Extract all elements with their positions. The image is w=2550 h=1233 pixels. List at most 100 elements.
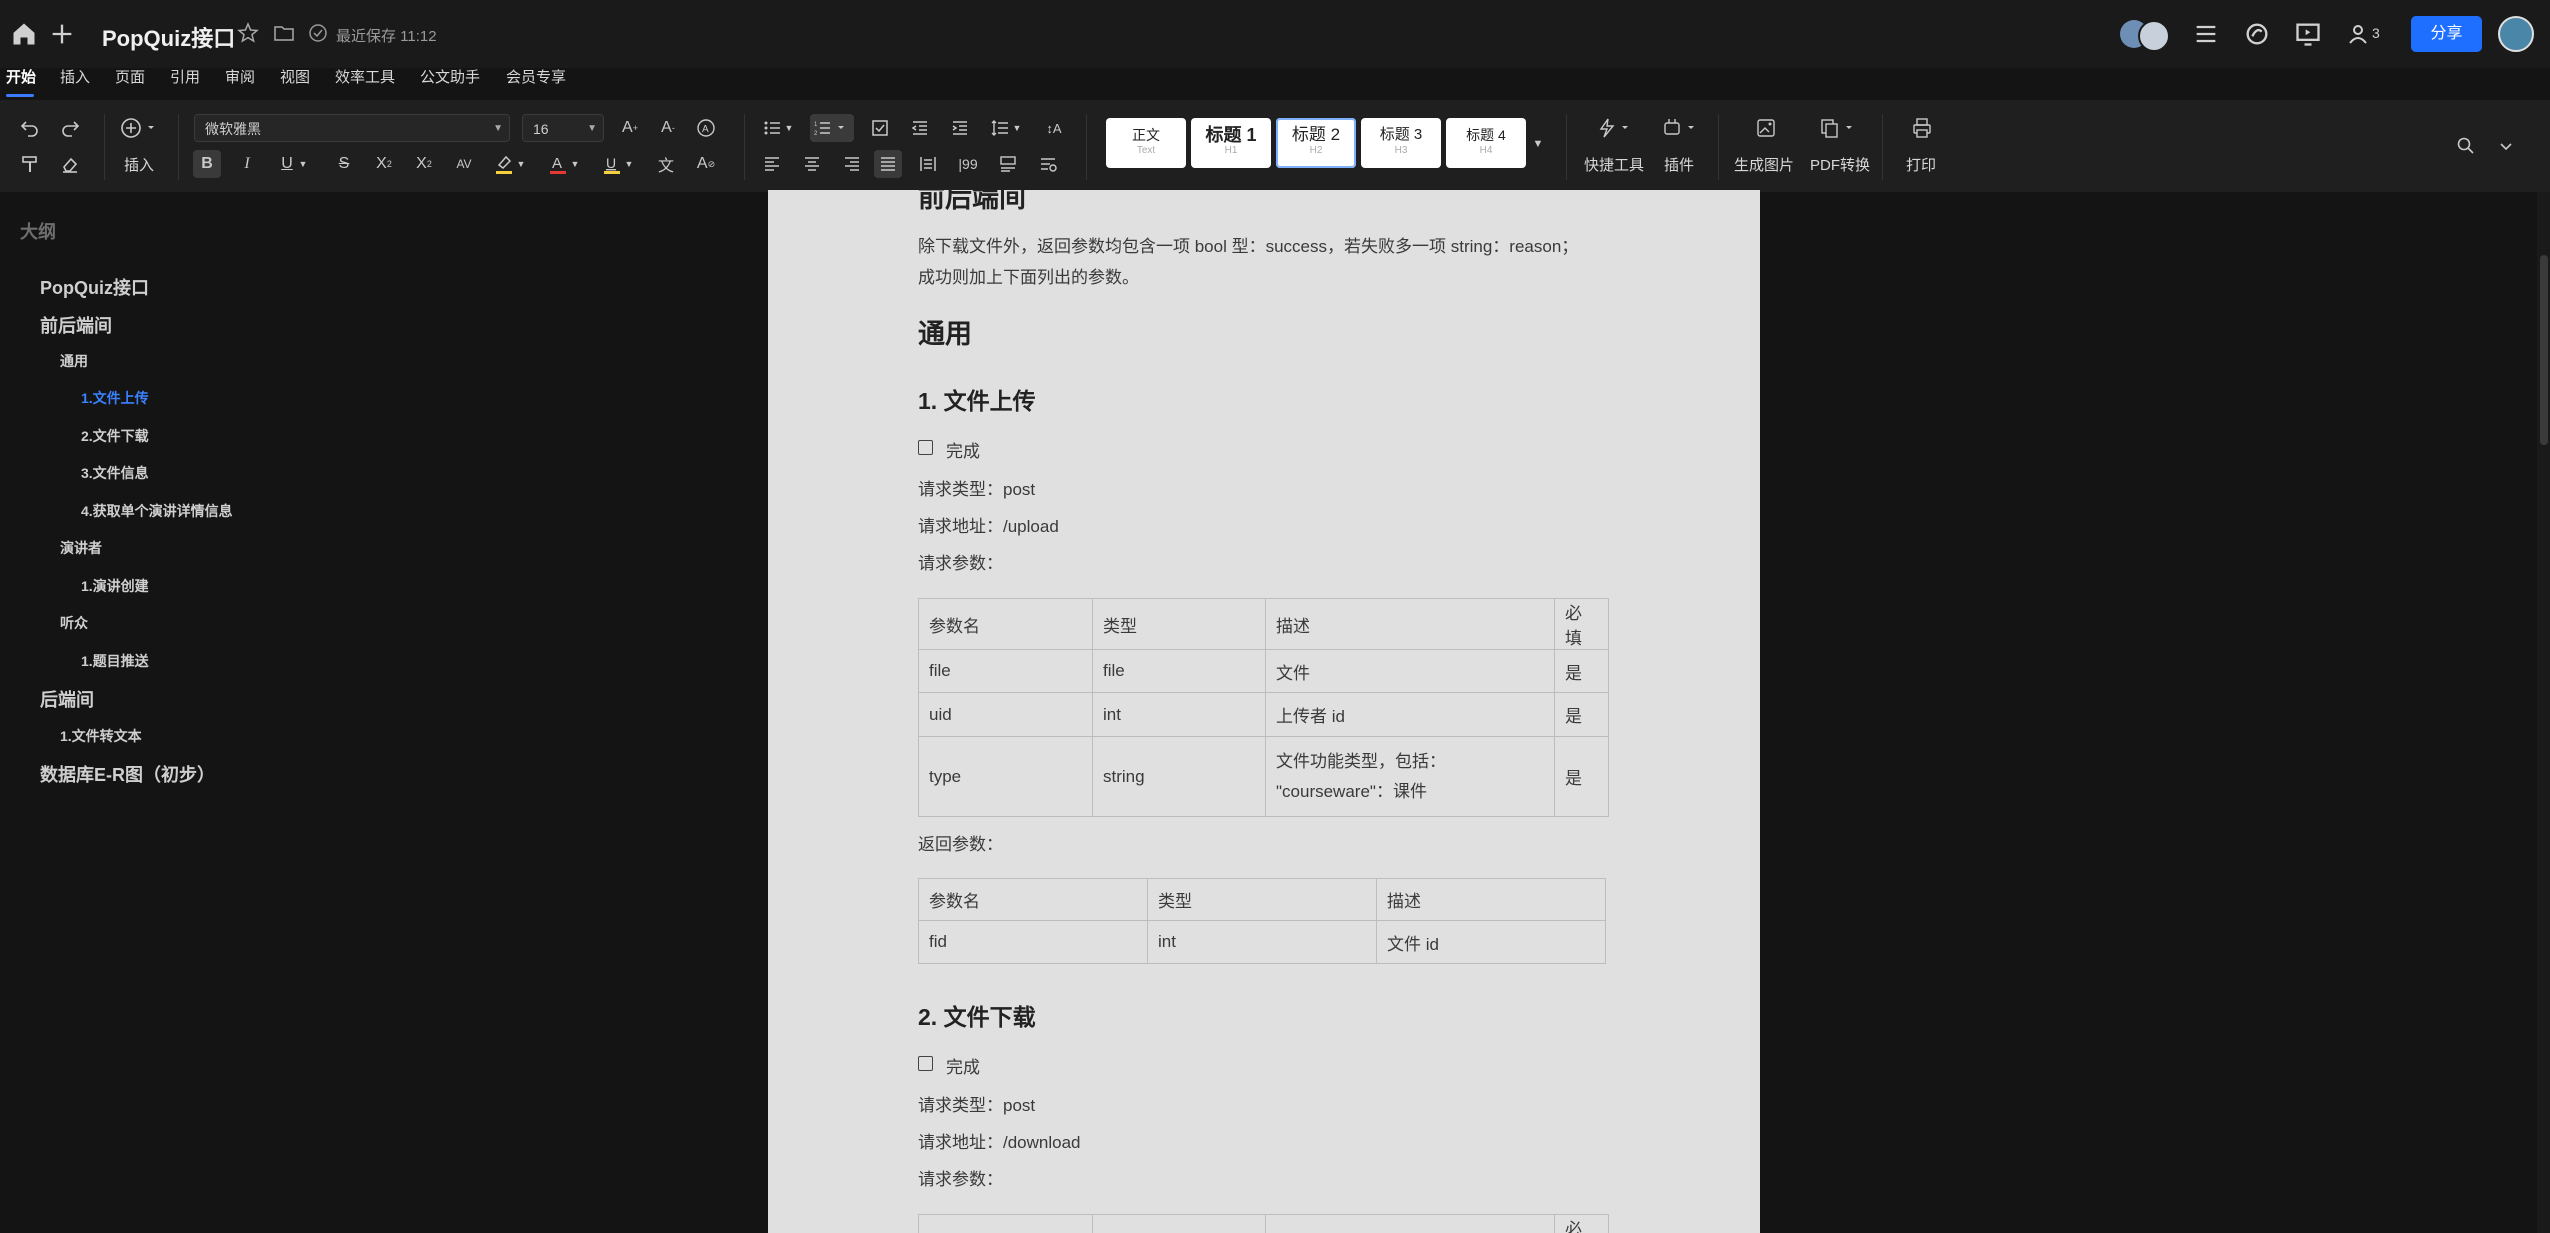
style-heading-1[interactable]: 标题 1 H1: [1191, 118, 1271, 168]
sync-icon[interactable]: [2243, 20, 2271, 48]
superscript-icon[interactable]: X2: [410, 150, 438, 178]
clear-format-icon[interactable]: A ⊘: [692, 150, 720, 178]
font-size-select[interactable]: 16 ▼: [522, 114, 604, 142]
checklist-icon[interactable]: [866, 114, 894, 142]
generate-image-label[interactable]: 生成图片: [1734, 154, 1794, 175]
tab-member[interactable]: 会员专享: [506, 66, 566, 87]
print-icon[interactable]: [1908, 114, 1936, 142]
justify-icon[interactable]: [874, 150, 902, 178]
tab-references[interactable]: 引用: [170, 66, 200, 87]
style-heading-2[interactable]: 标题 2 H2: [1276, 118, 1356, 168]
print-label[interactable]: 打印: [1906, 154, 1936, 175]
outline-item[interactable]: 前后端间: [40, 312, 112, 338]
increase-font-icon[interactable]: A +: [616, 114, 644, 142]
chevron-down-icon[interactable]: ▼: [568, 150, 582, 178]
tab-efficiency-tools[interactable]: 效率工具: [335, 66, 395, 87]
tab-view[interactable]: 视图: [280, 66, 310, 87]
menu-icon[interactable]: [2192, 20, 2220, 48]
outline-item[interactable]: 1.文件转文本: [60, 726, 142, 746]
outline-item[interactable]: 演讲者: [60, 538, 102, 558]
tab-review[interactable]: 审阅: [225, 66, 255, 87]
tab-start[interactable]: 开始: [6, 66, 36, 87]
outline-item[interactable]: 通用: [60, 351, 88, 371]
document-title[interactable]: PopQuiz接口: [102, 21, 235, 53]
plugins-label[interactable]: 插件: [1664, 154, 1694, 175]
collaborators-button[interactable]: 3: [2346, 20, 2386, 48]
paragraph-settings-icon[interactable]: [1034, 150, 1062, 178]
text-effect-icon[interactable]: A: [692, 114, 720, 142]
strikethrough-icon[interactable]: S: [330, 150, 358, 178]
align-left-icon[interactable]: [758, 150, 786, 178]
style-heading-3[interactable]: 标题 3 H3: [1361, 118, 1441, 168]
italic-icon[interactable]: I: [233, 150, 261, 178]
quick-tools-label[interactable]: 快捷工具: [1584, 154, 1644, 175]
style-main-label: 正文: [1132, 127, 1160, 143]
outline-item[interactable]: PopQuiz接口: [40, 274, 149, 300]
outline-item[interactable]: 后端间: [40, 686, 94, 712]
new-tab-icon[interactable]: [48, 20, 76, 48]
user-avatar[interactable]: [2498, 16, 2534, 52]
download-heading: 2. 文件下载: [918, 1004, 1036, 1030]
tab-official-doc-assistant[interactable]: 公文助手: [420, 66, 480, 87]
align-center-icon[interactable]: [798, 150, 826, 178]
phonetic-icon[interactable]: 文: [652, 150, 680, 178]
outline-item[interactable]: 数据库E-R图（初步）: [40, 761, 215, 787]
scrollbar-thumb[interactable]: [2540, 255, 2548, 445]
tab-page[interactable]: 页面: [115, 66, 145, 87]
indent-icon[interactable]: [946, 114, 974, 142]
insert-plus-icon[interactable]: [118, 114, 162, 142]
outline-item[interactable]: 4.获取单个演讲详情信息: [81, 501, 233, 521]
redo-icon[interactable]: [56, 114, 84, 142]
table-header-cell: 参数名: [918, 598, 1093, 650]
share-button[interactable]: 分享: [2411, 16, 2482, 52]
styles-more-icon[interactable]: ▼: [1528, 130, 1548, 158]
done-checkbox[interactable]: [918, 440, 933, 455]
style-body-text[interactable]: 正文 Text: [1106, 118, 1186, 168]
search-icon[interactable]: [2452, 132, 2480, 160]
char-spacing-icon[interactable]: AV: [450, 150, 478, 178]
done-checkbox[interactable]: [918, 1056, 933, 1071]
outline-item[interactable]: 1.演讲创建: [81, 576, 149, 596]
style-heading-4[interactable]: 标题 4 H4: [1446, 118, 1526, 168]
bold-icon[interactable]: B: [193, 150, 221, 178]
outline-item[interactable]: 2.文件下载: [81, 426, 149, 446]
folder-icon[interactable]: [272, 21, 300, 49]
intro-line: 成功则加上下面列出的参数。: [918, 268, 1139, 287]
chevron-down-icon[interactable]: ▼: [1010, 114, 1024, 142]
numbered-list-icon[interactable]: 12: [810, 114, 854, 142]
outline-item[interactable]: 听众: [60, 613, 88, 633]
format-painter-icon[interactable]: [16, 150, 44, 178]
generate-image-icon[interactable]: [1752, 114, 1780, 142]
outdent-icon[interactable]: [906, 114, 934, 142]
outline-item[interactable]: 3.文件信息: [81, 463, 149, 483]
present-icon[interactable]: [2294, 20, 2322, 48]
text-direction-icon[interactable]: ↕A: [1040, 114, 1068, 142]
svg-text:2: 2: [814, 131, 818, 137]
chevron-down-icon[interactable]: ▼: [296, 150, 310, 178]
eraser-icon[interactable]: [56, 150, 84, 178]
distributed-align-icon[interactable]: [914, 150, 942, 178]
pdf-convert-label[interactable]: PDF转换: [1810, 154, 1870, 175]
align-right-icon[interactable]: [838, 150, 866, 178]
quote-icon[interactable]: |99: [954, 150, 982, 178]
plugins-icon[interactable]: [1660, 114, 1700, 142]
collaborator-avatar[interactable]: [2138, 20, 2170, 52]
pdf-convert-icon[interactable]: [1818, 114, 1858, 142]
paragraph-border-icon[interactable]: [994, 150, 1022, 178]
chevron-down-icon[interactable]: ▼: [622, 150, 636, 178]
outline-item-current[interactable]: 1.文件上传: [81, 388, 149, 408]
chevron-down-icon[interactable]: ▼: [782, 114, 796, 142]
tab-insert[interactable]: 插入: [60, 66, 90, 87]
decrease-font-icon[interactable]: A-: [654, 114, 682, 142]
star-icon[interactable]: [236, 21, 264, 49]
quick-tools-icon[interactable]: [1594, 114, 1634, 142]
undo-icon[interactable]: [16, 114, 44, 142]
font-family-select[interactable]: 微软雅黑 ▼: [194, 114, 510, 142]
outline-item[interactable]: 1.题目推送: [81, 651, 149, 671]
chevron-down-icon[interactable]: ▼: [514, 150, 528, 178]
document-page[interactable]: 前后端间 除下载文件外，返回参数均包含一项 bool 型：success，若失败…: [768, 190, 1760, 1233]
collapse-toolbar-icon[interactable]: [2492, 132, 2520, 160]
insert-label[interactable]: 插入: [124, 154, 154, 175]
subscript-icon[interactable]: X2: [370, 150, 398, 178]
home-icon[interactable]: [10, 20, 38, 48]
